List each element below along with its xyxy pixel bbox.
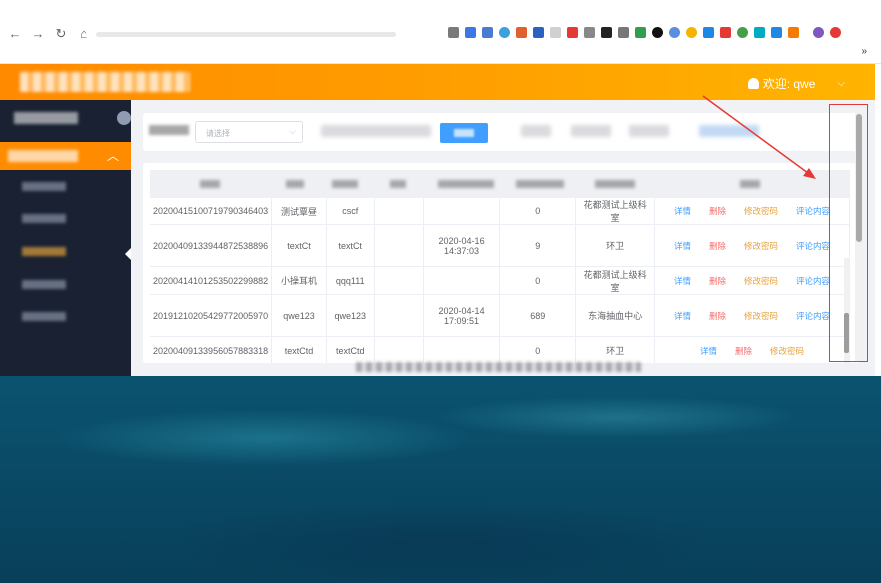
annotation-arrow-icon (702, 95, 816, 179)
desktop-background (0, 376, 881, 583)
